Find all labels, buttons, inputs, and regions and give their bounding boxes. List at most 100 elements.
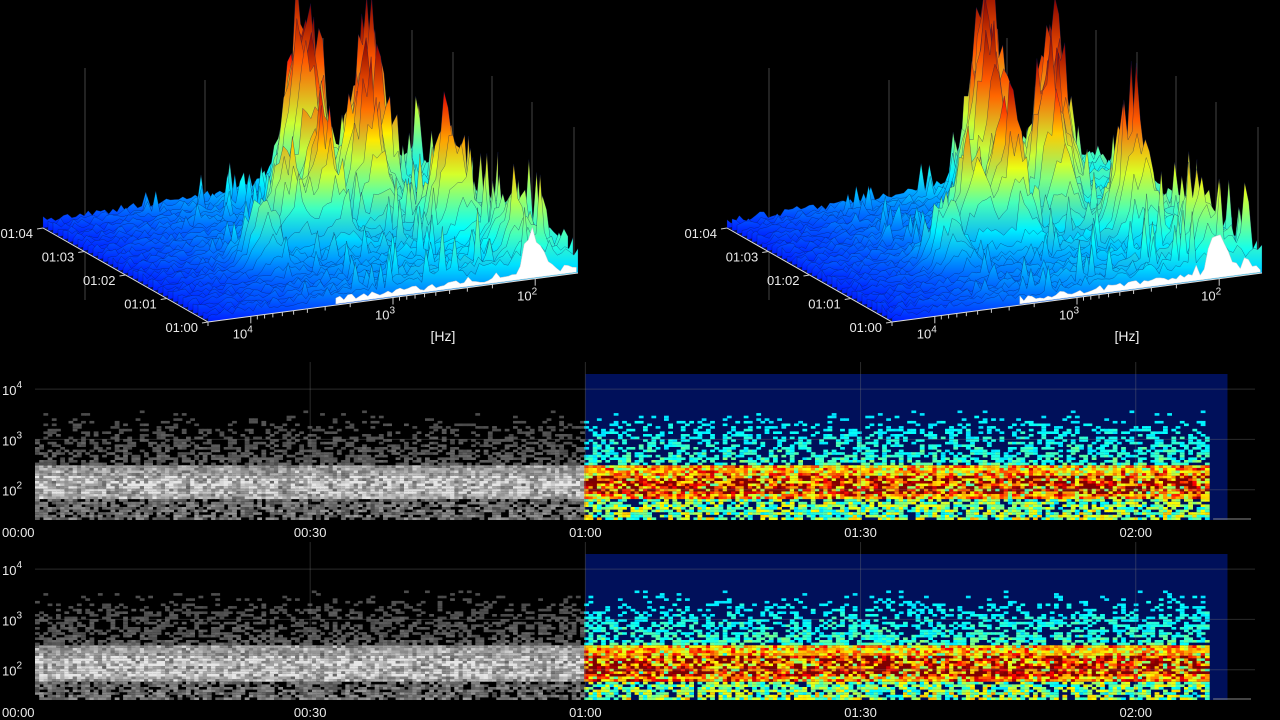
- spectrogram-cell: [798, 467, 803, 471]
- spectrogram-cell: [731, 483, 736, 487]
- spectrogram-cell: [726, 509, 732, 513]
- spectrogram-cell: [685, 475, 690, 479]
- spectrogram-cell: [378, 475, 384, 479]
- spectrogram-cell: [810, 434, 816, 437]
- spectrogram-cell: [798, 491, 803, 494]
- spectrogram-cell: [127, 496, 133, 500]
- spectrogram-cell: [441, 478, 447, 481]
- spectrogram-cell: [601, 480, 606, 484]
- spectrogram-cell: [445, 496, 451, 500]
- spectrogram-cell: [227, 423, 233, 427]
- spectrogram-cell: [450, 491, 455, 494]
- spectrogram-cell: [269, 462, 275, 466]
- spectrogram-cell: [357, 496, 363, 500]
- spectrogram-cell: [433, 483, 439, 487]
- spectrogram-cell: [316, 509, 321, 513]
- spectrogram-cell: [571, 499, 577, 502]
- spectrogram-cell: [118, 444, 124, 447]
- spectrogram-cell: [693, 504, 699, 507]
- spectrogram-cell: [194, 454, 200, 458]
- spectrogram-cell: [56, 499, 61, 502]
- spectrogram-cell: [500, 449, 506, 453]
- spectrogram-cell: [144, 512, 149, 515]
- spectrogram-cell: [378, 470, 384, 474]
- spectrogram-cell: [517, 480, 522, 484]
- spectrogram-cell: [613, 483, 619, 487]
- spectrogram-cell: [51, 428, 57, 432]
- spectrogram-cell: [701, 452, 707, 455]
- spectrogram-cell: [521, 449, 527, 453]
- spectrogram-cell: [689, 512, 694, 515]
- spectrogram-cell: [710, 509, 715, 513]
- spectrogram-cell: [51, 470, 57, 474]
- spectrogram-cell: [85, 431, 91, 434]
- spectrogram-cell: [135, 491, 141, 494]
- spectrogram-cell: [156, 514, 162, 518]
- spectrogram-cell: [295, 493, 300, 497]
- spectrogram-cell: [286, 467, 292, 471]
- spectrogram-cell: [236, 499, 242, 502]
- spectrogram-cell: [248, 480, 254, 484]
- spectrogram-cell: [492, 507, 497, 510]
- spectrogram-cell: [781, 423, 787, 427]
- spectrogram-cell: [156, 431, 162, 434]
- spectrogram-cell: [508, 483, 514, 487]
- spectrogram-cell: [668, 423, 673, 427]
- spectrogram-cell: [676, 441, 682, 445]
- spectrogram-cell: [580, 501, 585, 505]
- spectrogram-cell: [357, 504, 363, 507]
- spectrogram-cell: [714, 496, 720, 500]
- spectrogram-cell: [383, 493, 388, 497]
- spectrogram-cell: [731, 507, 736, 510]
- spectrogram-cell: [286, 454, 292, 458]
- spectrogram-cell: [274, 512, 279, 515]
- spectrogram-cell: [571, 493, 577, 497]
- spectrogram-cell: [47, 434, 53, 437]
- spectrogram-cell: [165, 491, 170, 494]
- spectrogram-cell: [689, 457, 694, 460]
- surface-plot-top-right: [720, 0, 1263, 326]
- spectrogram-cell: [705, 423, 711, 427]
- spectrogram-cell: [236, 507, 242, 510]
- spectrogram-cell: [282, 499, 288, 502]
- spectrogram-cell: [609, 447, 615, 450]
- spectrogram-cell: [538, 499, 543, 502]
- spectrogram-cell: [743, 420, 749, 424]
- spectrogram-cell: [420, 517, 426, 520]
- spectrogram-cell: [672, 454, 678, 458]
- spectrogram-cell: [362, 493, 367, 497]
- spectrogram-cell: [592, 457, 598, 460]
- spectrogram-cell: [332, 460, 338, 463]
- spectrogram-cell: [223, 473, 229, 476]
- spectrogram-cell: [508, 478, 514, 481]
- spectrogram-cell: [51, 454, 57, 458]
- spectrogram-cell: [43, 475, 49, 479]
- spectrogram-cell: [383, 504, 388, 507]
- spectrogram-cell: [756, 475, 762, 479]
- spectrogram-cell: [89, 512, 95, 515]
- spectrogram-cell: [39, 467, 44, 471]
- spectrogram-cell: [186, 452, 191, 455]
- spectrogram-cell: [328, 467, 334, 471]
- spectrogram-cell: [219, 499, 225, 502]
- spectrogram-cell: [705, 509, 711, 513]
- spectrogram-cell: [320, 465, 325, 468]
- spectrogram-cell: [303, 486, 309, 489]
- spectrogram-cell: [768, 473, 774, 476]
- spectrogram-cell: [739, 517, 745, 520]
- spectrogram-cell: [731, 491, 736, 494]
- spectrogram-cell: [471, 423, 476, 427]
- spectrogram-cell: [303, 517, 309, 520]
- spectrogram-cell: [370, 517, 376, 520]
- spectrogram-cell: [773, 426, 778, 429]
- spectrogram-cell: [466, 480, 472, 484]
- spectrogram-cell: [483, 493, 489, 497]
- spectrogram-cell: [441, 507, 447, 510]
- spectrogram-cell: [693, 473, 699, 476]
- spectrogram-cell: [638, 460, 644, 463]
- spectrogram-cell: [685, 465, 690, 468]
- spectrogram-cell: [68, 441, 74, 445]
- spectrogram-cell: [387, 475, 392, 479]
- spectrogram-cell: [282, 496, 288, 500]
- spectrogram-cell: [353, 499, 359, 502]
